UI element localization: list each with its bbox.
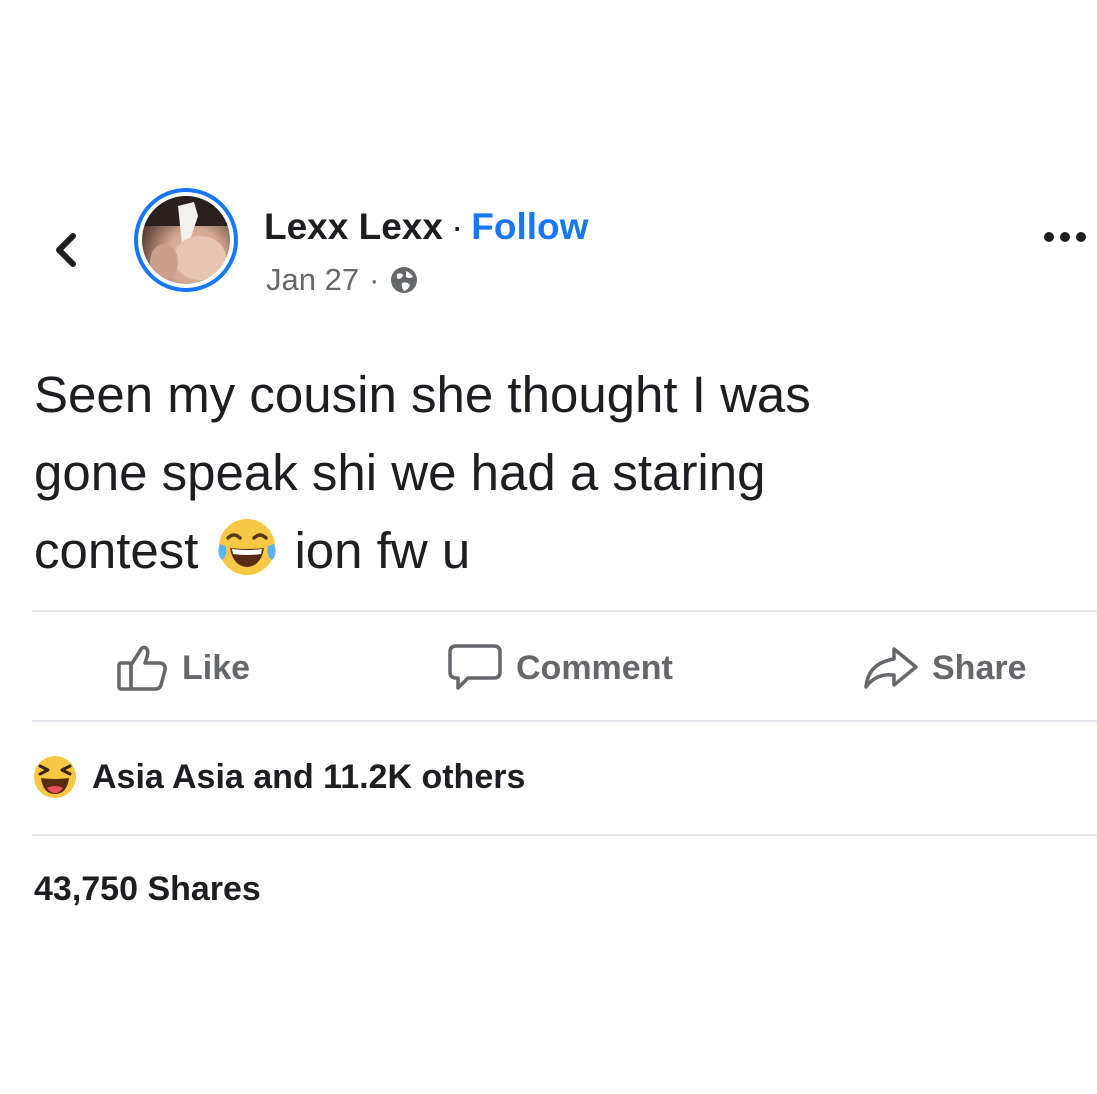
comment-bubble-icon: [448, 644, 502, 690]
post-text-line: contest ion fw u: [34, 512, 1074, 590]
post-date[interactable]: Jan 27: [266, 262, 359, 298]
dot-icon: [1076, 232, 1086, 242]
share-arrow-icon: [864, 647, 918, 689]
like-label: Like: [182, 648, 251, 687]
post-meta: Jan 27 ·: [266, 262, 419, 298]
author-name[interactable]: Lexx Lexx: [264, 206, 443, 247]
dot-icon: [1044, 232, 1054, 242]
author-row: Lexx Lexx · Follow: [264, 206, 588, 248]
profile-photo: [142, 196, 230, 284]
haha-emoji-icon: [34, 756, 76, 798]
back-button[interactable]: [44, 220, 88, 280]
dot-icon: [1060, 232, 1070, 242]
share-label: Share: [932, 648, 1027, 687]
divider: [32, 610, 1097, 612]
divider: [32, 834, 1097, 836]
reactions-summary[interactable]: Asia Asia and 11.2K others: [32, 754, 525, 800]
shares-count[interactable]: 43,750 Shares: [34, 870, 261, 909]
post-text-segment: contest: [34, 522, 199, 579]
laughing-with-tears-emoji-icon: [218, 519, 277, 575]
post-text-line: Seen my cousin she thought I was: [34, 366, 811, 423]
separator: ·: [450, 206, 464, 247]
comment-button[interactable]: Comment: [446, 638, 673, 698]
globe-icon: [391, 267, 418, 293]
thumbs-up-icon: [117, 645, 167, 691]
follow-button[interactable]: Follow: [471, 206, 588, 247]
post-text: Seen my cousin she thought I was gone sp…: [34, 356, 1074, 590]
post-text-segment: ion fw u: [294, 522, 471, 579]
reactions-text: Asia Asia and 11.2K others: [92, 757, 526, 796]
post-text-line: gone speak shi we had a staring: [34, 444, 766, 501]
share-button[interactable]: Share: [862, 638, 1027, 698]
separator: ·: [369, 262, 380, 297]
avatar[interactable]: [134, 188, 238, 292]
divider: [32, 720, 1097, 722]
chevron-left-icon: [56, 233, 76, 267]
comment-label: Comment: [516, 648, 673, 687]
more-options-button[interactable]: [1044, 232, 1086, 242]
like-button[interactable]: Like: [116, 638, 250, 698]
